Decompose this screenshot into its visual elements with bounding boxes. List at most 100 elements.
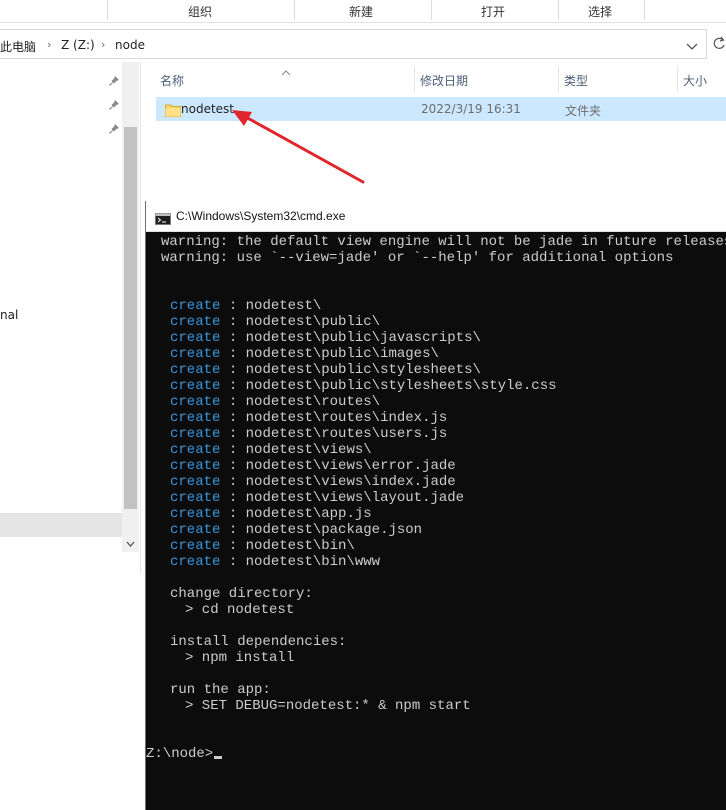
create-separator: : [220, 298, 246, 314]
column-header-type[interactable]: 类型 [564, 72, 588, 89]
ribbon-separator [107, 0, 108, 20]
console-warning-line: warning: the default view engine will no… [161, 234, 726, 250]
ribbon-separator [431, 0, 432, 20]
create-keyword: create [170, 554, 221, 570]
console-instruction-command: > cd nodetest [185, 602, 295, 618]
nav-scrollbar-thumb[interactable] [124, 127, 137, 509]
file-row[interactable]: nodetest 2022/3/19 16:31 文件夹 [156, 97, 726, 121]
breadcrumb-separator[interactable]: › [47, 38, 51, 51]
created-path: nodetest\views\ [245, 442, 372, 458]
nav-item-selected[interactable] [0, 513, 122, 537]
ribbon-group-select[interactable]: 选择 [588, 3, 612, 20]
console-instruction-heading: run the app: [170, 682, 271, 698]
console-output[interactable]: warning: the default view engine will no… [146, 232, 726, 810]
create-separator: : [220, 362, 246, 378]
cmd-icon [155, 210, 171, 225]
column-header-modified[interactable]: 修改日期 [420, 72, 468, 89]
create-keyword: create [170, 362, 221, 378]
created-path: nodetest\routes\index.js [245, 410, 448, 426]
created-path: nodetest\public\javascripts\ [245, 330, 481, 346]
create-separator: : [220, 458, 246, 474]
created-path: nodetest\routes\users.js [245, 426, 448, 442]
create-keyword: create [170, 410, 221, 426]
ribbon-group-new[interactable]: 新建 [349, 3, 373, 20]
create-keyword: create [170, 538, 221, 554]
console-create-line: create : nodetest\routes\index.js [170, 410, 447, 426]
create-keyword: create [170, 490, 221, 506]
file-name[interactable]: nodetest [181, 102, 234, 116]
create-separator: : [220, 394, 246, 410]
cmd-window-title: C:\Windows\System32\cmd.exe [176, 209, 346, 223]
console-instruction-command: > npm install [185, 650, 295, 666]
column-divider[interactable] [677, 66, 678, 92]
create-separator: : [220, 378, 246, 394]
create-separator: : [220, 330, 246, 346]
create-separator: : [220, 426, 246, 442]
file-modified: 2022/3/19 16:31 [421, 102, 521, 116]
column-divider[interactable] [414, 66, 415, 92]
create-keyword: create [170, 330, 221, 346]
column-header-name[interactable]: 名称 [160, 72, 184, 89]
create-separator: : [220, 346, 246, 362]
create-keyword: create [170, 506, 221, 522]
console-create-line: create : nodetest\views\error.jade [170, 458, 456, 474]
chevron-down-icon[interactable] [124, 536, 137, 550]
created-path: nodetest\public\images\ [245, 346, 439, 362]
nav-item-label[interactable]: nal [0, 308, 18, 322]
created-path: nodetest\views\index.jade [245, 474, 456, 490]
create-keyword: create [170, 522, 221, 538]
address-box[interactable]: 此电脑 › Z (Z:) › node [0, 29, 707, 59]
breadcrumb-drive-z[interactable]: Z (Z:) [61, 38, 95, 52]
console-create-line: create : nodetest\views\layout.jade [170, 490, 464, 506]
create-separator: : [220, 538, 246, 554]
pin-icon[interactable] [108, 72, 120, 86]
column-header-size[interactable]: 大小 [683, 72, 707, 89]
created-path: nodetest\views\error.jade [245, 458, 456, 474]
create-keyword: create [170, 442, 221, 458]
console-prompt-line[interactable]: Z:\node> [146, 746, 223, 762]
console-instruction-command: > SET DEBUG=nodetest:* & npm start [185, 698, 471, 714]
console-instruction-heading: install dependencies: [170, 634, 347, 650]
console-create-line: create : nodetest\ [170, 298, 321, 314]
console-create-line: create : nodetest\bin\www [170, 554, 380, 570]
create-separator: : [220, 474, 246, 490]
cmd-title-bar[interactable]: C:\Windows\System32\cmd.exe [146, 201, 726, 232]
chevron-down-icon[interactable] [682, 36, 702, 56]
breadcrumb-this-pc[interactable]: 此电脑 [0, 38, 36, 55]
ribbon-group-organize[interactable]: 组织 [188, 3, 212, 20]
breadcrumb-separator[interactable]: › [101, 38, 105, 51]
ribbon-group-open[interactable]: 打开 [481, 3, 505, 20]
create-keyword: create [170, 314, 221, 330]
created-path: nodetest\bin\www [245, 554, 381, 570]
console-instruction-heading: change directory: [170, 586, 313, 602]
created-path: nodetest\bin\ [245, 538, 355, 554]
console-create-line: create : nodetest\views\index.jade [170, 474, 456, 490]
cmd-window[interactable]: C:\Windows\System32\cmd.exe warning: the… [145, 201, 726, 810]
console-create-line: create : nodetest\routes\users.js [170, 426, 447, 442]
created-path: nodetest\app.js [245, 506, 372, 522]
create-separator: : [220, 442, 246, 458]
create-keyword: create [170, 346, 221, 362]
nav-scrollbar[interactable] [122, 62, 139, 552]
console-create-line: create : nodetest\public\stylesheets\ [170, 362, 481, 378]
console-create-line: create : nodetest\package.json [170, 522, 422, 538]
created-path: nodetest\public\stylesheets\ [245, 362, 481, 378]
console-create-line: create : nodetest\public\javascripts\ [170, 330, 481, 346]
pin-icon[interactable] [108, 96, 120, 110]
pin-icon[interactable] [108, 120, 120, 134]
file-type: 文件夹 [565, 104, 602, 118]
create-separator: : [220, 490, 246, 506]
folder-icon [165, 102, 181, 117]
create-keyword: create [170, 458, 221, 474]
column-divider[interactable] [558, 66, 559, 92]
create-separator: : [220, 506, 246, 522]
console-create-line: create : nodetest\public\images\ [170, 346, 439, 362]
breadcrumb-node[interactable]: node [115, 38, 145, 52]
created-path: nodetest\ [245, 298, 322, 314]
address-bar: 此电脑 › Z (Z:) › node [0, 27, 726, 59]
create-separator: : [220, 554, 246, 570]
sort-up-icon [281, 62, 291, 76]
create-separator: : [220, 410, 246, 426]
refresh-icon[interactable] [712, 35, 726, 51]
text-cursor [214, 756, 223, 759]
